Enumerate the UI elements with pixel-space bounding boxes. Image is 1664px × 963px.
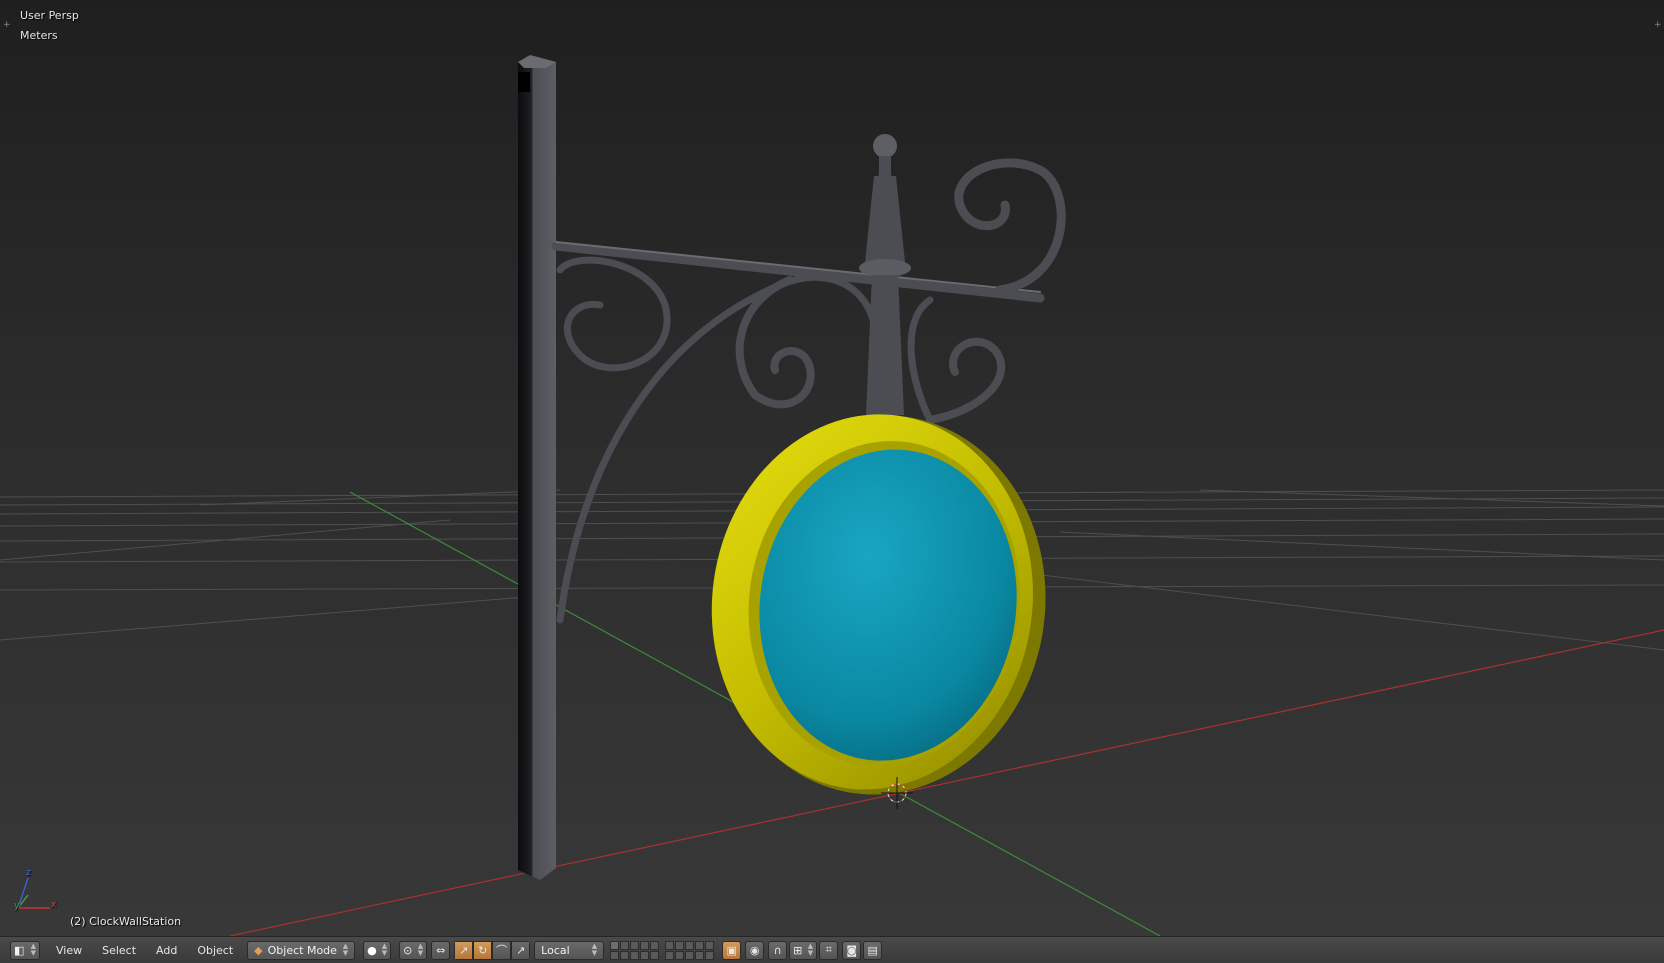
menu-select[interactable]: Select bbox=[92, 940, 146, 960]
snap-increment-icon: ⊞ bbox=[793, 943, 803, 957]
corner-split-handle-right[interactable]: + bbox=[1654, 21, 1662, 30]
arrow-icon: ↗ bbox=[459, 943, 469, 957]
transform-button[interactable]: ↗ bbox=[511, 940, 531, 960]
clock bbox=[711, 414, 1046, 795]
layer-button[interactable] bbox=[705, 950, 715, 960]
scale-manipulator-button[interactable]: ⌒ bbox=[492, 940, 512, 960]
editor-type-selector[interactable]: ◧ ▲ ▼ bbox=[10, 940, 40, 960]
viewport-shading-selector[interactable]: ● ▲ ▼ bbox=[363, 940, 392, 960]
layer-button[interactable] bbox=[630, 940, 640, 950]
menu-view[interactable]: View bbox=[46, 940, 92, 960]
solid-sphere-icon: ● bbox=[367, 943, 377, 957]
manipulator-toggle-button[interactable]: ⇔ bbox=[431, 940, 451, 960]
cube-icon: ◆ bbox=[254, 943, 263, 957]
3d-view-icon: ◧ bbox=[14, 943, 25, 957]
layer-button[interactable] bbox=[620, 940, 630, 950]
layer-button[interactable] bbox=[665, 950, 675, 960]
proportional-edit-icon: ◉ bbox=[749, 943, 760, 957]
menu-object[interactable]: Object bbox=[187, 940, 243, 960]
layer-buttons-left[interactable] bbox=[610, 940, 660, 960]
orientation-label: Local bbox=[541, 943, 570, 957]
layer-button[interactable] bbox=[650, 940, 660, 950]
layer-button[interactable] bbox=[630, 950, 640, 960]
menu-add[interactable]: Add bbox=[146, 940, 187, 960]
layer-button[interactable] bbox=[665, 940, 675, 950]
layer-button[interactable] bbox=[610, 950, 620, 960]
gizmo-x-label: x bbox=[51, 900, 57, 910]
layer-buttons-right[interactable] bbox=[665, 940, 715, 960]
layer-button[interactable] bbox=[675, 950, 685, 960]
layer-button[interactable] bbox=[610, 940, 620, 950]
mode-selector[interactable]: ◆ Object Mode ▲ ▼ bbox=[247, 940, 356, 960]
updown-arrows-icon: ▲ ▼ bbox=[342, 942, 349, 957]
viewport-header: ◧ ▲ ▼ View Select Add Object ◆ Object Mod… bbox=[0, 936, 1664, 963]
transform-orientation-selector[interactable]: Local ▲ ▼ bbox=[534, 940, 605, 960]
opengl-animation-button[interactable]: ▤ bbox=[863, 940, 883, 960]
corner-split-handle-left[interactable]: + bbox=[3, 21, 11, 30]
gizmo-y-label: y bbox=[14, 901, 20, 911]
updown-arrows-icon: ▲ ▼ bbox=[417, 942, 424, 957]
layer-button[interactable] bbox=[640, 940, 650, 950]
opengl-render-button[interactable]: ◙ bbox=[842, 940, 862, 960]
layer-button[interactable] bbox=[685, 940, 695, 950]
units-label: Meters bbox=[20, 29, 58, 42]
layer-button[interactable] bbox=[675, 940, 685, 950]
axis-gizmo bbox=[17, 877, 50, 909]
manipulator-group: ↗ ↻ ⌒ ↗ bbox=[454, 940, 531, 960]
pivot-point-selector[interactable]: ⊙ ▲ ▼ bbox=[399, 940, 428, 960]
updown-arrows-icon: ▲ ▼ bbox=[807, 942, 814, 957]
snap-toggle-button[interactable]: ∩ bbox=[768, 940, 788, 960]
curve-icon: ⌒ bbox=[496, 944, 508, 957]
3d-viewport[interactable]: User Persp Meters (2) ClockWallStation x… bbox=[0, 0, 1664, 936]
clapperboard-icon: ▤ bbox=[867, 943, 878, 957]
translate-manipulator-button[interactable]: ↗ bbox=[454, 940, 474, 960]
layer-button[interactable] bbox=[695, 940, 705, 950]
snap-target-icon: ⌗ bbox=[825, 943, 832, 956]
diagonal-arrow-icon: ↗ bbox=[516, 943, 526, 957]
layer-button[interactable] bbox=[650, 950, 660, 960]
layer-button[interactable] bbox=[685, 950, 695, 960]
updown-arrows-icon: ▲ ▼ bbox=[591, 942, 598, 957]
view-label: User Persp bbox=[20, 9, 79, 22]
mode-label: Object Mode bbox=[267, 943, 337, 957]
lock-icon: ▣ bbox=[726, 943, 737, 957]
updown-arrows-icon: ▲ ▼ bbox=[381, 942, 388, 957]
object-label: (2) ClockWallStation bbox=[70, 915, 182, 928]
layer-button[interactable] bbox=[620, 950, 630, 960]
lock-camera-button[interactable]: ▣ bbox=[722, 940, 742, 960]
proportional-edit-button[interactable]: ◉ bbox=[745, 940, 765, 960]
wall-post bbox=[518, 55, 556, 880]
gizmo-z-label: z bbox=[26, 868, 31, 878]
snap-target-button[interactable]: ⌗ bbox=[819, 940, 839, 960]
updown-arrows-icon: ▲ ▼ bbox=[30, 942, 36, 957]
layer-button[interactable] bbox=[640, 950, 650, 960]
magnet-icon: ∩ bbox=[773, 943, 782, 957]
pivot-icon: ⊙ bbox=[403, 943, 413, 957]
manipulator-icon: ⇔ bbox=[436, 943, 446, 957]
layer-button[interactable] bbox=[705, 940, 715, 950]
snap-element-selector[interactable]: ⊞ ▲ ▼ bbox=[789, 940, 818, 960]
scene-render bbox=[0, 55, 1664, 936]
rotate-manipulator-button[interactable]: ↻ bbox=[473, 940, 493, 960]
rotate-icon: ↻ bbox=[478, 943, 488, 957]
layer-button[interactable] bbox=[695, 950, 705, 960]
camera-icon: ◙ bbox=[846, 943, 858, 957]
